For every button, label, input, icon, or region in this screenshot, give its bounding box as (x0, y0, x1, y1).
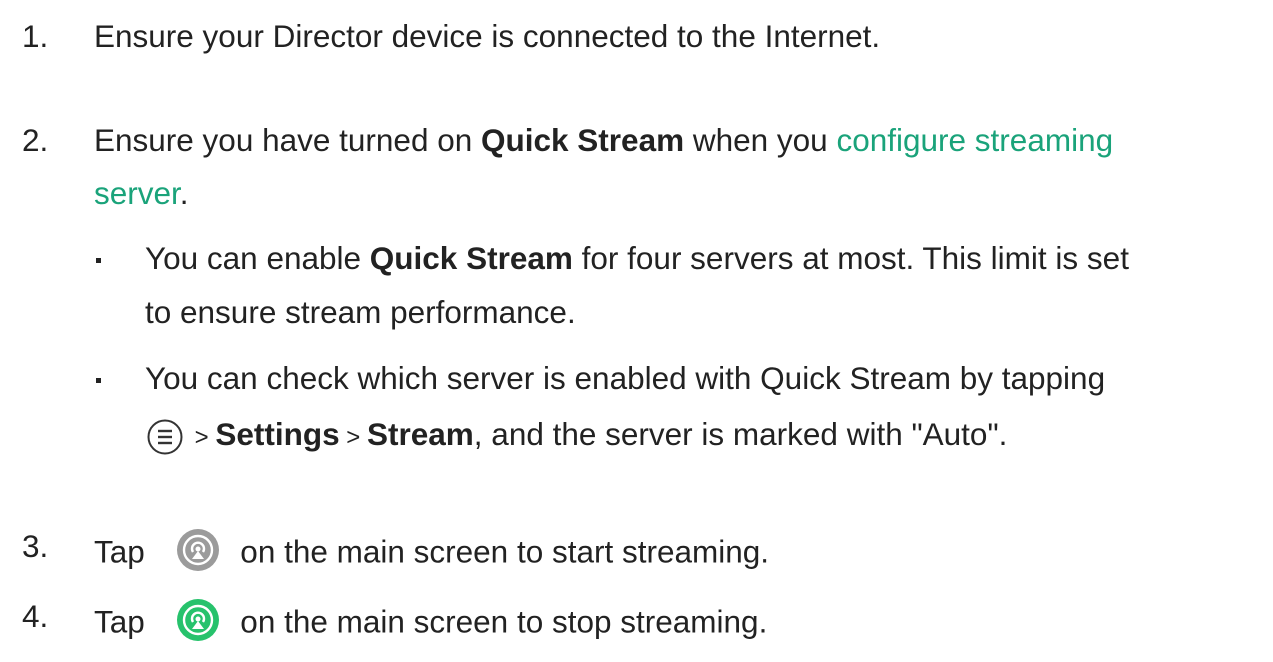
bold-term-stream: Stream (366, 416, 474, 452)
configure-streaming-link[interactable]: configure streaming (836, 122, 1113, 158)
step-text: Ensure you have turned on Quick Stream w… (94, 122, 1113, 159)
bullet-marker (96, 378, 101, 383)
step-number: 1. (22, 18, 49, 54)
step-text: Tap on the main screen to start streamin… (94, 528, 769, 580)
separator: > (339, 424, 367, 451)
bold-term: Quick Stream (369, 240, 573, 276)
text-fragment: . (179, 175, 189, 211)
text-fragment: on the main screen to stop streaming. (231, 603, 768, 640)
bullet-text-cont: > Settings > Stream, and the server is m… (146, 416, 1007, 456)
step-number: 3. (22, 528, 49, 564)
text-fragment: Ensure you have turned on (94, 122, 482, 158)
text-fragment: Tap (94, 603, 154, 640)
text-fragment: on the main screen to start streaming. (231, 533, 770, 570)
text-fragment: when you (684, 122, 837, 158)
text-fragment: for four servers at most. This limit is … (572, 240, 1129, 276)
step-number: 2. (22, 122, 49, 158)
configure-streaming-link-cont[interactable]: server (94, 175, 180, 211)
bullet-text: You can enable Quick Stream for four ser… (145, 240, 1129, 277)
separator: > (188, 424, 216, 451)
text-fragment: You can enable (145, 240, 370, 276)
step-text: Ensure your Director device is connected… (94, 18, 881, 54)
bullet-text: You can check which server is enabled wi… (145, 360, 1106, 396)
bold-term-settings: Settings (215, 416, 340, 452)
step-text: Tap on the main screen to stop streaming… (94, 598, 767, 650)
text-fragment: , and the server is marked with "Auto". (473, 416, 1008, 452)
bullet-text-cont: to ensure stream performance. (145, 294, 576, 330)
bullet-marker (96, 258, 101, 263)
stream-green-icon (176, 598, 220, 650)
step-number: 4. (22, 598, 49, 634)
stream-gray-icon (176, 528, 220, 580)
text-fragment: Tap (94, 533, 154, 570)
step-text-cont: server. (94, 175, 189, 212)
bold-term: Quick Stream (481, 122, 685, 158)
menu-icon (146, 418, 184, 456)
